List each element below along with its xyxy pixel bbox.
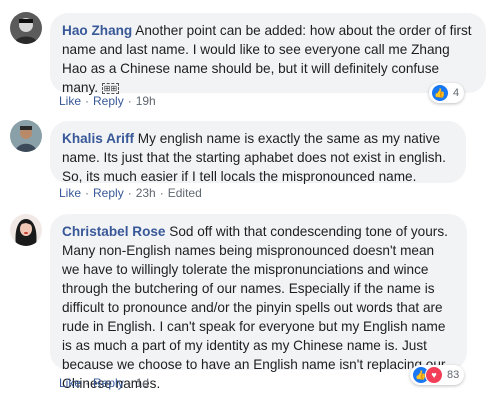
reply-link[interactable]: Reply [93, 376, 124, 390]
comment-bubble: Hao Zhang Another point can be added: ho… [50, 13, 486, 95]
separator: · [85, 376, 90, 390]
comment-actions: Like · Reply · 19h [59, 94, 156, 108]
comment-bubble: Christabel Rose Sod off with that condes… [50, 214, 467, 391]
separator: · [85, 186, 90, 200]
reaction-count: 83 [447, 369, 460, 381]
emoji-icon: ⊞⊞ [101, 82, 120, 94]
separator: · [85, 94, 90, 108]
separator: · [127, 376, 132, 390]
timestamp[interactable]: 19h [136, 94, 156, 108]
love-reaction-icon: ♥ [425, 366, 443, 384]
reaction-summary[interactable]: 👍 4 [429, 83, 465, 103]
reaction-summary[interactable]: 👍 ♥ 83 [410, 365, 465, 385]
reply-link[interactable]: Reply [93, 186, 124, 200]
separator: · [127, 186, 132, 200]
author-name[interactable]: Hao Zhang [62, 23, 132, 38]
comment-actions: Like · Reply · 1d [59, 376, 149, 390]
author-name[interactable]: Khalis Ariff [62, 131, 134, 146]
edited-label[interactable]: Edited [168, 186, 202, 200]
comment-bubble: Khalis Ariff My english name is exactly … [50, 121, 466, 184]
like-link[interactable]: Like [59, 186, 81, 200]
comment-text: Sod off with that condescending tone of … [62, 224, 448, 391]
avatar[interactable] [10, 214, 42, 246]
timestamp[interactable]: 1d [136, 376, 149, 390]
separator: · [159, 186, 164, 200]
like-link[interactable]: Like [59, 376, 81, 390]
avatar[interactable] [10, 120, 42, 152]
comment-actions: Like · Reply · 23h · Edited [59, 186, 202, 200]
like-link[interactable]: Like [59, 94, 81, 108]
separator: · [127, 94, 132, 108]
avatar[interactable] [10, 12, 42, 44]
timestamp[interactable]: 23h [136, 186, 156, 200]
reaction-count: 4 [453, 87, 460, 99]
reply-link[interactable]: Reply [93, 94, 124, 108]
author-name[interactable]: Christabel Rose [62, 224, 166, 239]
like-reaction-icon: 👍 [431, 84, 449, 102]
